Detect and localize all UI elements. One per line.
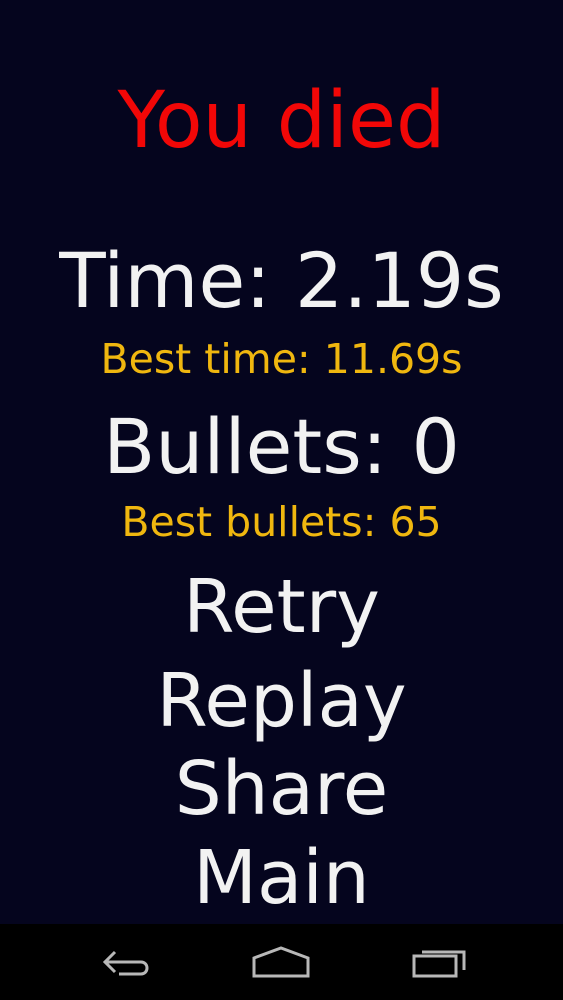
best-bullets-stat: Best bullets: 65 xyxy=(121,498,442,546)
retry-button[interactable]: Retry xyxy=(0,570,563,644)
back-icon xyxy=(102,950,149,976)
main-menu-button[interactable]: Main xyxy=(0,841,563,915)
recent-apps-button[interactable] xyxy=(399,938,479,986)
time-stat: Time: 2.19s xyxy=(59,236,504,325)
bullets-stat: Bullets: 0 xyxy=(103,402,460,491)
share-button[interactable]: Share xyxy=(0,752,563,826)
replay-button[interactable]: Replay xyxy=(0,664,563,738)
home-button[interactable] xyxy=(241,938,321,986)
recent-apps-icon xyxy=(412,950,466,978)
game-over-screen: You died Time: 2.19s Best time: 11.69s B… xyxy=(0,0,563,924)
home-icon xyxy=(252,946,310,978)
best-time-stat: Best time: 11.69s xyxy=(100,335,463,383)
system-navigation-bar xyxy=(0,924,563,1000)
back-button[interactable] xyxy=(85,938,165,986)
game-over-title: You died xyxy=(117,76,446,166)
